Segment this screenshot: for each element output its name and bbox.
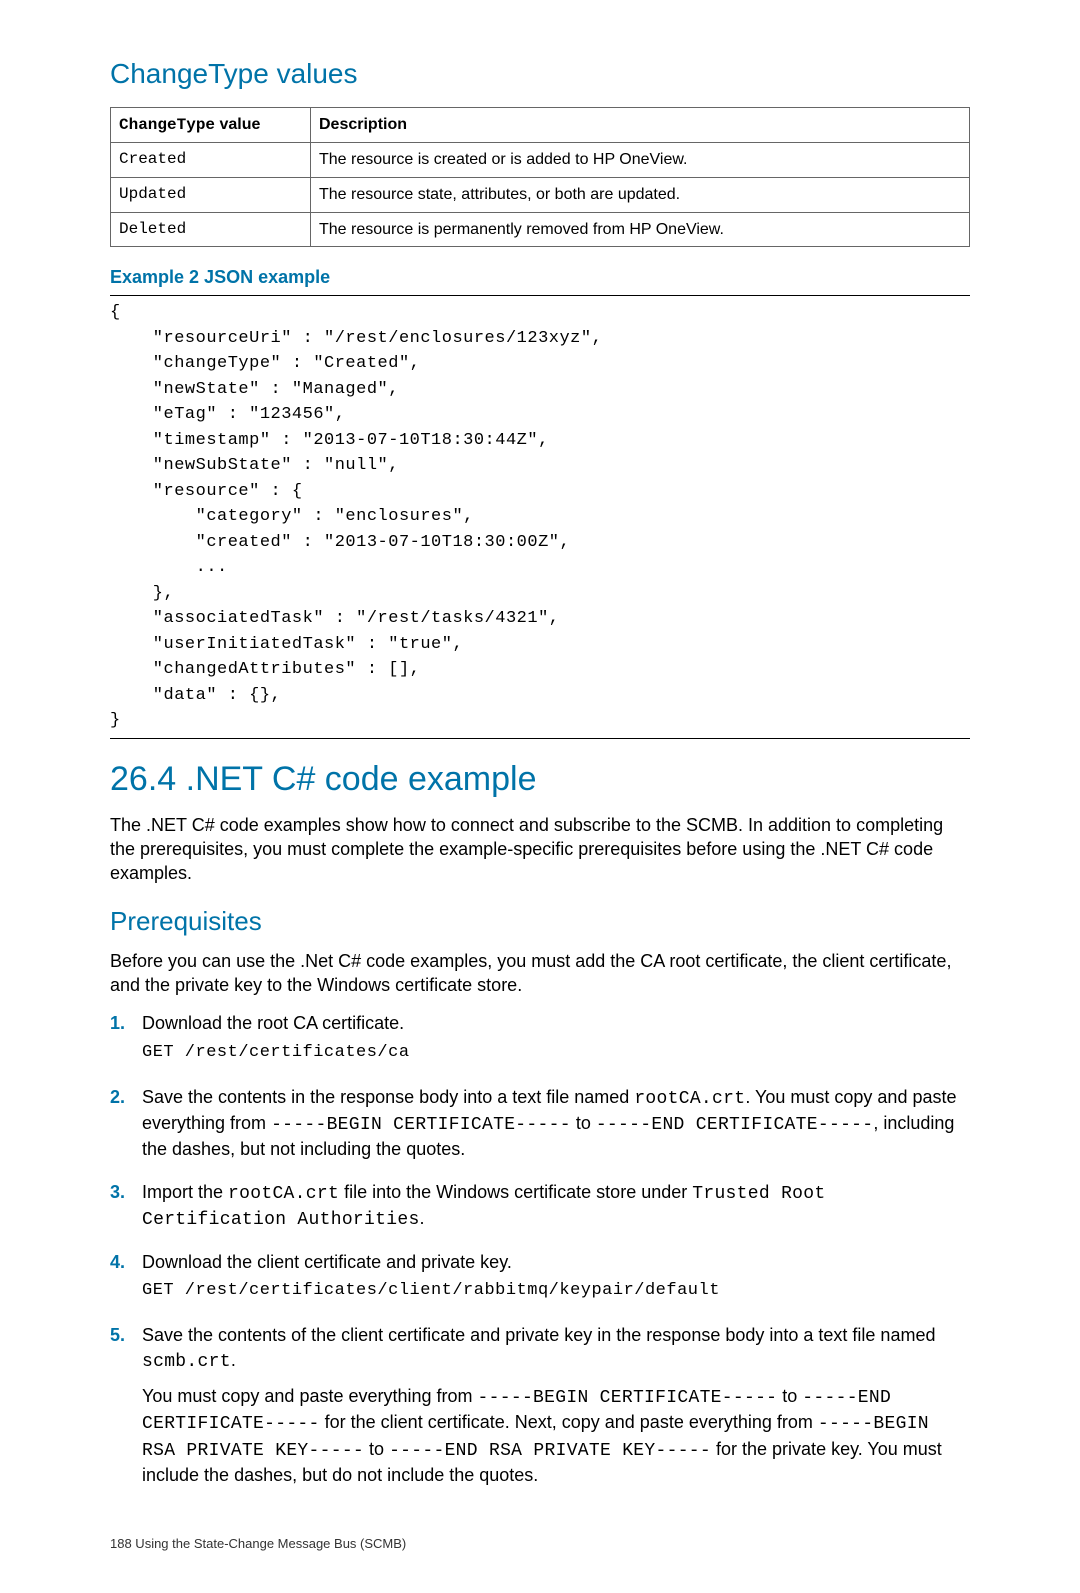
- heading-changetype-values: ChangeType values: [110, 55, 970, 93]
- cell-value: Created: [111, 143, 311, 178]
- table-row: Created The resource is created or is ad…: [111, 143, 970, 178]
- prerequisites-heading: Prerequisites: [110, 904, 970, 939]
- step-number: 4.: [110, 1250, 142, 1311]
- json-example-code: { "resourceUri" : "/rest/enclosures/123x…: [110, 300, 970, 734]
- table-header-col1-code: ChangeType: [119, 116, 215, 134]
- list-item: 5. Save the contents of the client certi…: [110, 1323, 970, 1493]
- page-footer: 188 Using the State-Change Message Bus (…: [110, 1535, 970, 1553]
- step-text: Import the rootCA.crt file into the Wind…: [142, 1180, 970, 1233]
- list-item: 2. Save the contents in the response bod…: [110, 1085, 970, 1168]
- cell-value: Updated: [111, 177, 311, 212]
- step-text: Save the contents in the response body i…: [142, 1085, 970, 1162]
- step-number: 2.: [110, 1085, 142, 1168]
- step-code: GET /rest/certificates/ca: [142, 1042, 970, 1065]
- list-item: 4. Download the client certificate and p…: [110, 1250, 970, 1311]
- step-text: You must copy and paste everything from …: [142, 1384, 970, 1487]
- cell-value: Deleted: [111, 212, 311, 247]
- table-header-col1-suffix: value: [215, 116, 260, 133]
- step-number: 3.: [110, 1180, 142, 1239]
- changetype-table: ChangeType value Description Created The…: [110, 107, 970, 247]
- step-text: Download the client certificate and priv…: [142, 1250, 970, 1274]
- step-text: Save the contents of the client certific…: [142, 1323, 970, 1374]
- section-heading: 26.4 .NET C# code example: [110, 757, 970, 803]
- list-item: 1. Download the root CA certificate. GET…: [110, 1011, 970, 1072]
- table-header-col2: Description: [311, 107, 970, 143]
- step-number: 5.: [110, 1323, 142, 1493]
- list-item: 3. Import the rootCA.crt file into the W…: [110, 1180, 970, 1239]
- cell-desc: The resource state, attributes, or both …: [311, 177, 970, 212]
- table-row: Updated The resource state, attributes, …: [111, 177, 970, 212]
- prerequisites-intro: Before you can use the .Net C# code exam…: [110, 949, 970, 998]
- step-text: Download the root CA certificate.: [142, 1011, 970, 1035]
- step-code: GET /rest/certificates/client/rabbitmq/k…: [142, 1280, 970, 1303]
- divider: [110, 738, 970, 739]
- table-row: Deleted The resource is permanently remo…: [111, 212, 970, 247]
- cell-desc: The resource is created or is added to H…: [311, 143, 970, 178]
- section-intro: The .NET C# code examples show how to co…: [110, 813, 970, 886]
- example-title: Example 2 JSON example: [110, 265, 970, 289]
- prerequisites-list: 1. Download the root CA certificate. GET…: [110, 1011, 970, 1493]
- divider: [110, 295, 970, 296]
- cell-desc: The resource is permanently removed from…: [311, 212, 970, 247]
- step-number: 1.: [110, 1011, 142, 1072]
